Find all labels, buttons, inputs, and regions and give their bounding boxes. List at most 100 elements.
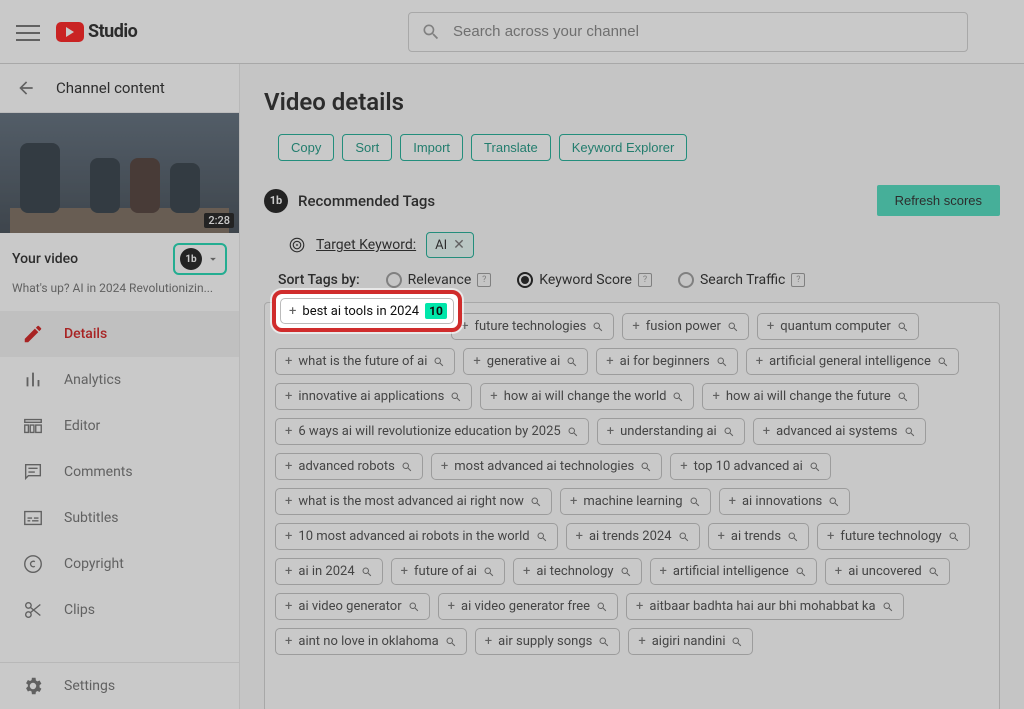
search-icon[interactable] [566, 356, 578, 368]
search-icon[interactable] [809, 461, 821, 473]
back-row[interactable]: Channel content [0, 64, 239, 113]
search-icon[interactable] [948, 531, 960, 543]
search-icon[interactable] [689, 496, 701, 508]
tag-chip[interactable]: +future technology [817, 523, 970, 550]
search-icon[interactable] [445, 636, 457, 648]
nav-details[interactable]: Details [0, 311, 239, 357]
translate-button[interactable]: Translate [471, 134, 551, 161]
tag-chip[interactable]: +artificial general intelligence [746, 348, 959, 375]
help-icon[interactable]: ? [791, 273, 805, 287]
search-icon[interactable] [620, 566, 632, 578]
help-icon[interactable]: ? [638, 273, 652, 287]
tag-chip[interactable]: +6 ways ai will revolutionize education … [275, 418, 589, 445]
studio-logo[interactable]: Studio [56, 21, 137, 42]
search-icon[interactable] [640, 461, 652, 473]
tag-chip[interactable]: +how ai will change the world [480, 383, 694, 410]
search-icon[interactable] [567, 426, 579, 438]
search-icon[interactable] [716, 356, 728, 368]
search-icon[interactable] [897, 321, 909, 333]
tag-chip[interactable]: +how ai will change the future [702, 383, 918, 410]
search-icon[interactable] [592, 321, 604, 333]
search-icon[interactable] [596, 601, 608, 613]
nav-clips[interactable]: Clips [0, 587, 239, 633]
menu-icon[interactable] [16, 20, 40, 44]
nav-copyright[interactable]: Copyright [0, 541, 239, 587]
sort-keyword-score[interactable]: Keyword Score ? [517, 272, 652, 288]
search-icon[interactable] [937, 356, 949, 368]
tag-chip[interactable]: +10 most advanced ai robots in the world [275, 523, 558, 550]
close-icon[interactable]: ✕ [453, 237, 465, 253]
search-icon[interactable] [433, 356, 445, 368]
search-icon[interactable] [536, 531, 548, 543]
sort-search-traffic[interactable]: Search Traffic ? [678, 272, 805, 288]
tag-chip[interactable]: +ai technology [513, 558, 642, 585]
nav-settings[interactable]: Settings [0, 663, 239, 709]
search-icon[interactable] [828, 496, 840, 508]
tag-chip[interactable]: +ai trends [708, 523, 810, 550]
tag-chip[interactable]: +advanced ai systems [753, 418, 926, 445]
tag-chip[interactable]: +generative ai [463, 348, 588, 375]
search-icon[interactable] [731, 636, 743, 648]
tag-chip[interactable]: +most advanced ai technologies [431, 453, 662, 480]
video-thumbnail[interactable]: 2:28 [0, 113, 239, 233]
search-icon[interactable] [530, 496, 542, 508]
tag-chip[interactable]: +ai video generator [275, 593, 430, 620]
search-icon[interactable] [598, 636, 610, 648]
search-icon[interactable] [727, 321, 739, 333]
nav-subtitles[interactable]: Subtitles [0, 495, 239, 541]
tag-chip[interactable]: +advanced robots [275, 453, 423, 480]
sort-relevance[interactable]: Relevance ? [386, 272, 492, 288]
tag-chip[interactable]: +quantum computer [757, 313, 919, 340]
tags-panel[interactable]: +best ai tools in 2024+future technologi… [264, 302, 1000, 709]
search-icon[interactable] [928, 566, 940, 578]
tag-chip[interactable]: +what is the most advanced ai right now [275, 488, 552, 515]
tag-chip[interactable]: +ai in 2024 [275, 558, 383, 585]
help-icon[interactable]: ? [477, 273, 491, 287]
search-icon[interactable] [450, 391, 462, 403]
search-icon[interactable] [401, 461, 413, 473]
search-icon[interactable] [361, 566, 373, 578]
highlighted-tag[interactable]: + best ai tools in 2024 10 [280, 298, 454, 324]
tag-chip[interactable]: +ai innovations [719, 488, 851, 515]
search-icon[interactable] [897, 391, 909, 403]
tag-chip[interactable]: +ai for beginners [596, 348, 737, 375]
tag-chip[interactable]: +what is the future of ai [275, 348, 455, 375]
sort-button[interactable]: Sort [342, 134, 392, 161]
tag-chip[interactable]: +ai video generator free [438, 593, 618, 620]
import-button[interactable]: Import [400, 134, 463, 161]
tag-chip[interactable]: +top 10 advanced ai [670, 453, 831, 480]
refresh-scores-button[interactable]: Refresh scores [877, 185, 1000, 216]
nav-analytics[interactable]: Analytics [0, 357, 239, 403]
search-icon[interactable] [904, 426, 916, 438]
search-icon[interactable] [408, 601, 420, 613]
tag-chip[interactable]: +artificial intelligence [650, 558, 817, 585]
keyword-explorer-button[interactable]: Keyword Explorer [559, 134, 688, 161]
tag-chip[interactable]: +machine learning [560, 488, 711, 515]
target-keyword-chip[interactable]: AI ✕ [426, 232, 474, 258]
search-icon[interactable] [882, 601, 894, 613]
search-input[interactable] [453, 23, 955, 40]
tag-chip[interactable]: +ai trends 2024 [566, 523, 700, 550]
search-icon[interactable] [795, 566, 807, 578]
nav-editor[interactable]: Editor [0, 403, 239, 449]
search-icon[interactable] [672, 391, 684, 403]
tag-chip[interactable]: +air supply songs [475, 628, 621, 655]
search-icon[interactable] [678, 531, 690, 543]
tag-chip[interactable]: +aitbaar badhta hai aur bhi mohabbat ka [626, 593, 904, 620]
search-icon[interactable] [787, 531, 799, 543]
tag-chip[interactable]: +future technologies [451, 313, 614, 340]
search-icon[interactable] [483, 566, 495, 578]
search-box[interactable] [408, 12, 968, 52]
tag-chip[interactable]: +aigiri nandini [628, 628, 753, 655]
copy-button[interactable]: Copy [278, 134, 334, 161]
search-icon[interactable] [723, 426, 735, 438]
tag-chip[interactable]: +ai uncovered [825, 558, 950, 585]
tag-chip[interactable]: +understanding ai [597, 418, 745, 445]
tag-chip[interactable]: +future of ai [391, 558, 505, 585]
tag-chip[interactable]: +aint no love in oklahoma [275, 628, 467, 655]
tag-chip[interactable]: +innovative ai applications [275, 383, 472, 410]
radio-icon [386, 272, 402, 288]
tag-chip[interactable]: +fusion power [622, 313, 749, 340]
nav-comments[interactable]: Comments [0, 449, 239, 495]
tubebuddy-badge[interactable]: 1b [173, 243, 227, 275]
